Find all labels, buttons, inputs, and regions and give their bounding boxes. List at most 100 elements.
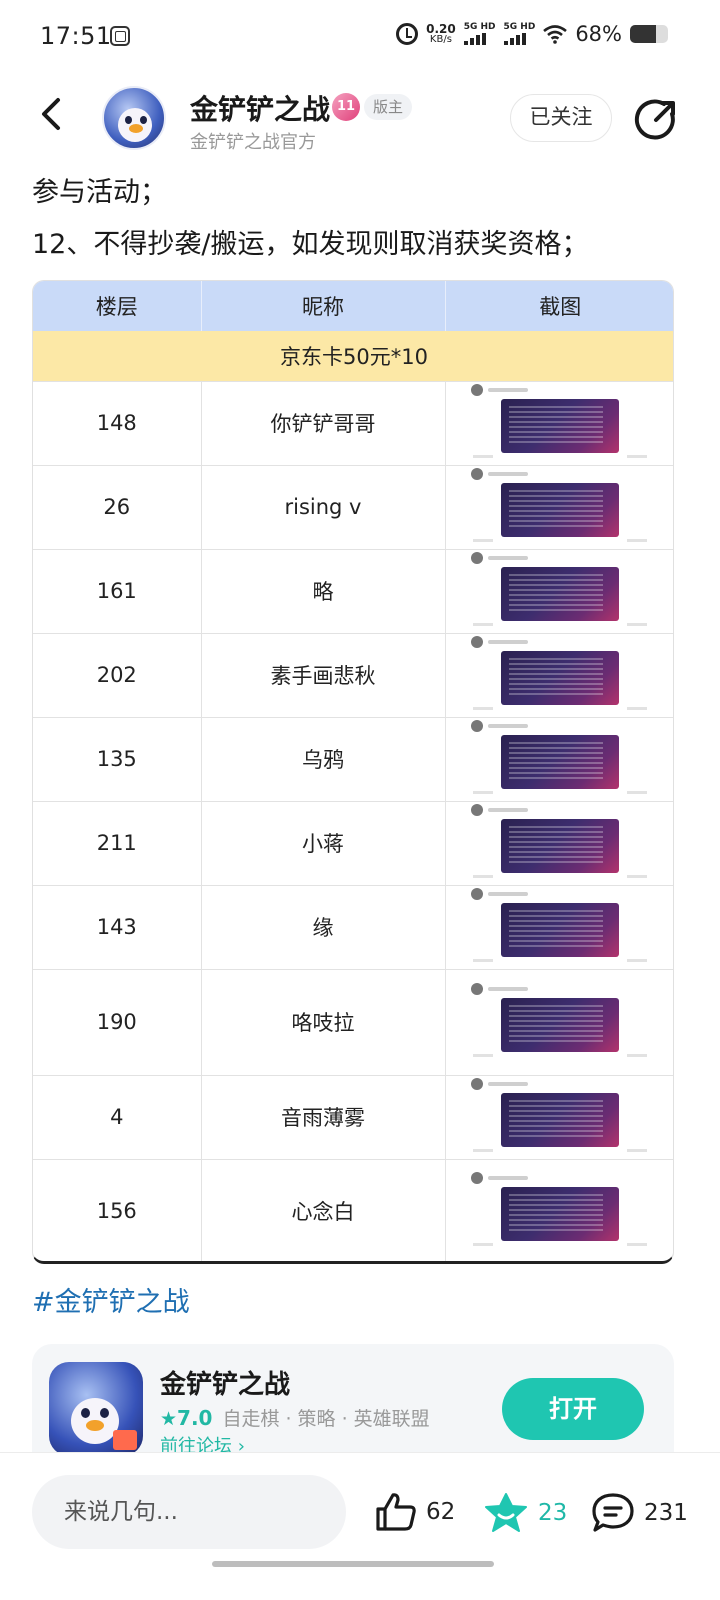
- post-header: 金铲铲之战 11 版主 金铲铲之战官方 已关注: [0, 78, 720, 162]
- follow-button[interactable]: 已关注: [510, 94, 612, 142]
- screenshot-thumbnail[interactable]: [465, 719, 655, 799]
- nickname-cell: 小蒋: [201, 800, 446, 885]
- floor-cell: 148: [33, 380, 202, 465]
- topic-hashtag-link[interactable]: #金铲铲之战: [32, 1280, 190, 1319]
- table-row: 156 心念白: [33, 1158, 673, 1261]
- screenshot-cell[interactable]: [445, 884, 673, 969]
- favorite-button[interactable]: 23: [482, 1491, 567, 1535]
- app-card[interactable]: 金铲铲之战 ★7.0 自走棋 · 策略 · 英雄联盟 前往论坛 › 打开: [32, 1344, 674, 1462]
- like-button[interactable]: 62: [374, 1491, 455, 1533]
- table-row: 190 咯吱拉: [33, 968, 673, 1075]
- bottom-action-bar: 来说几句... 62 23 231: [0, 1452, 720, 1600]
- notification-icon: [110, 26, 130, 46]
- nickname-cell: 心念白: [201, 1158, 446, 1261]
- screenshot-cell[interactable]: [445, 380, 673, 465]
- table-row: 4 音雨薄雾: [33, 1074, 673, 1159]
- open-app-button[interactable]: 打开: [502, 1378, 644, 1440]
- post-paragraph: 12、不得抄袭/搬运，如发现则取消获奖资格；: [32, 229, 589, 260]
- nickname-cell: 乌鸦: [201, 716, 446, 801]
- floor-cell: 211: [33, 800, 202, 885]
- screenshot-thumbnail[interactable]: [465, 551, 655, 631]
- column-header-screenshot: 截图: [445, 281, 673, 331]
- table-row: 202 素手画悲秋: [33, 632, 673, 717]
- table-header-row: 楼层 昵称 截图: [33, 281, 673, 331]
- nickname-cell: 缘: [201, 884, 446, 969]
- wifi-icon: [543, 25, 568, 44]
- screenshot-thumbnail[interactable]: [465, 383, 655, 463]
- home-indicator[interactable]: [212, 1561, 494, 1567]
- screenshot-cell[interactable]: [445, 632, 673, 717]
- sim1-label: 5G HD: [463, 22, 496, 32]
- floor-cell: 143: [33, 884, 202, 969]
- signal-sim2: 5G HD: [503, 22, 536, 45]
- screenshot-cell[interactable]: [445, 716, 673, 801]
- app-rating: 7.0: [177, 1406, 213, 1430]
- screenshot-cell[interactable]: [445, 1158, 673, 1261]
- table-row: 26 rising v: [33, 464, 673, 549]
- nickname-cell: rising v: [201, 464, 446, 549]
- table-row: 161 略: [33, 548, 673, 633]
- screenshot-cell[interactable]: [445, 968, 673, 1075]
- column-header-nickname: 昵称: [201, 281, 446, 331]
- app-meta: ★7.0 自走棋 · 策略 · 英雄联盟: [160, 1406, 430, 1430]
- comment-button[interactable]: 231: [590, 1491, 688, 1535]
- screenshot-cell[interactable]: [445, 548, 673, 633]
- sim2-label: 5G HD: [503, 22, 536, 32]
- screenshot-thumbnail[interactable]: [465, 887, 655, 967]
- battery-icon: [630, 25, 668, 43]
- app-tag: 策略: [297, 1408, 336, 1430]
- gift-icon: [113, 1430, 137, 1450]
- signal-sim1: 5G HD: [463, 22, 496, 45]
- prize-label: 京东卡50元*10: [33, 331, 673, 381]
- thumbs-up-icon: [376, 1493, 416, 1531]
- status-time: 17:51: [40, 22, 112, 50]
- screenshot-thumbnail[interactable]: [465, 1077, 655, 1157]
- author-subtitle: 金铲铲之战官方: [190, 132, 316, 153]
- table-row: 135 乌鸦: [33, 716, 673, 801]
- screenshot-cell[interactable]: [445, 464, 673, 549]
- floor-cell: 135: [33, 716, 202, 801]
- app-tag: 自走棋: [222, 1408, 280, 1430]
- floor-cell: 156: [33, 1158, 202, 1261]
- screenshot-thumbnail[interactable]: [465, 982, 655, 1062]
- nickname-cell: 略: [201, 548, 446, 633]
- signal-bars-icon: [503, 33, 526, 45]
- app-icon[interactable]: [49, 1362, 143, 1456]
- nickname-cell: 你铲铲哥哥: [201, 380, 446, 465]
- floor-cell: 26: [33, 464, 202, 549]
- prize-row: 京东卡50元*10: [33, 331, 673, 381]
- app-name: 金铲铲之战: [160, 1370, 291, 1400]
- alarm-icon: [396, 23, 419, 45]
- screenshot-thumbnail[interactable]: [465, 1171, 655, 1251]
- app-tag: 英雄联盟: [353, 1408, 430, 1430]
- screenshot-cell[interactable]: [445, 800, 673, 885]
- floor-cell: 4: [33, 1074, 202, 1159]
- post-paragraph: 参与活动；: [32, 177, 167, 208]
- nickname-cell: 咯吱拉: [201, 968, 446, 1075]
- screenshot-thumbnail[interactable]: [465, 803, 655, 883]
- comment-input[interactable]: 来说几句...: [32, 1475, 346, 1549]
- winners-table: 楼层 昵称 截图 京东卡50元*10 148 你铲铲哥哥 26 rising v 161…: [32, 280, 674, 1264]
- favorite-star-icon: [485, 1493, 527, 1532]
- back-arrow-icon[interactable]: [32, 94, 72, 134]
- like-count: 62: [426, 1499, 456, 1525]
- net-speed: 0.20 KB/s: [426, 23, 456, 45]
- table-row: 143 缘: [33, 884, 673, 969]
- floor-cell: 202: [33, 632, 202, 717]
- star-icon: ★: [160, 1408, 178, 1430]
- net-speed-unit: KB/s: [429, 34, 452, 45]
- avatar[interactable]: [102, 86, 166, 150]
- comment-bubble-icon: [592, 1493, 634, 1532]
- column-header-floor: 楼层: [33, 281, 202, 331]
- favorite-count: 23: [538, 1500, 568, 1526]
- share-icon[interactable]: [634, 98, 678, 142]
- author-name[interactable]: 金铲铲之战: [190, 88, 330, 128]
- status-bar: 17:51 0.20 KB/s 5G HD 5G HD 68%: [0, 0, 720, 76]
- screenshot-thumbnail[interactable]: [465, 635, 655, 715]
- table-row: 148 你铲铲哥哥: [33, 380, 673, 465]
- screenshot-cell[interactable]: [445, 1074, 673, 1159]
- floor-cell: 190: [33, 968, 202, 1075]
- screenshot-thumbnail[interactable]: [465, 467, 655, 547]
- nickname-cell: 音雨薄雾: [201, 1074, 446, 1159]
- comment-count: 231: [644, 1500, 688, 1526]
